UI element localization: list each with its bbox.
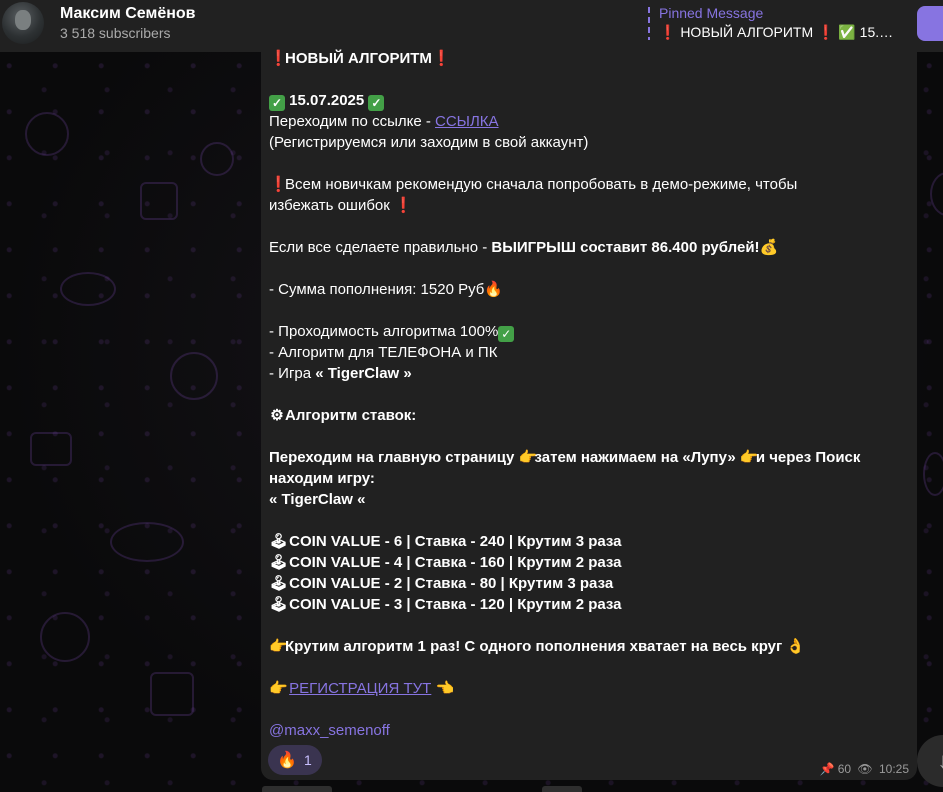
win-prefix: Если все сделаете правильно -: [269, 239, 492, 256]
avatar-photo: [15, 10, 31, 30]
game-line: - Игра « TigerClaw »: [269, 363, 909, 384]
algo-title: Алгоритм ставок:: [285, 407, 417, 424]
bet-row: 🕹 COIN VALUE - 4 | Ставка - 160 | Крутим…: [269, 552, 909, 573]
wallpaper-doodle: [200, 142, 234, 176]
bet-text: COIN VALUE - 2 | Ставка - 80 | Крутим 3 …: [289, 575, 614, 592]
reaction-count: 1: [304, 752, 312, 768]
wallpaper-doodle: [110, 522, 184, 562]
spin-note: Крутим алгоритм 1 раз! С одного пополнен…: [285, 638, 787, 655]
spin-note-line: 👉Крутим алгоритм 1 раз! С одного пополне…: [269, 636, 909, 657]
heading-text: НОВЫЙ АЛГОРИТМ: [285, 50, 432, 67]
wallpaper-doodle: [140, 182, 178, 220]
wallpaper-doodle: [170, 352, 218, 400]
next-bubble-edge: [262, 786, 332, 792]
wallpaper-doodle: [930, 172, 943, 216]
pinned-message-text: ❗ НОВЫЙ АЛГОРИТМ ❗ ✅ 15.07....: [659, 24, 899, 40]
deposit-line: - Сумма пополнения: 1520 Руб🔥: [269, 279, 909, 300]
link-line: Переходим по ссылке - ССЫЛКА: [269, 111, 909, 132]
algo-title-line: ⚙Алгоритм ставок:: [269, 405, 909, 426]
exclamation-icon: ❗: [394, 197, 413, 214]
bet-text: COIN VALUE - 4 | Ставка - 160 | Крутим 2…: [289, 554, 622, 571]
platform-line: - Алгоритм для ТЕЛЕФОНА и ПК: [269, 344, 498, 361]
step-text-2: затем нажимаем на «Лупу»: [534, 449, 740, 466]
pinned-message[interactable]: Pinned Message ❗ НОВЫЙ АЛГОРИТМ ❗ ✅ 15.0…: [648, 5, 899, 45]
link[interactable]: ССЫЛКА: [435, 113, 499, 130]
date-text: 15.07.2025: [289, 92, 365, 109]
arrow-down-icon: ↓: [937, 748, 943, 773]
register-note: (Регистрируемся или заходим в свой аккау…: [269, 134, 589, 151]
check-icon: ✓: [269, 95, 285, 111]
channel-avatar[interactable]: [2, 2, 44, 44]
joystick-icon: 🕹: [269, 575, 289, 592]
subscriber-count: 3 518 subscribers: [60, 25, 171, 41]
wallpaper-doodle: [150, 672, 194, 716]
deposit-text: - Сумма пополнения: 1520 Руб: [269, 281, 485, 298]
step-text-1: Переходим на главную страницу: [269, 449, 519, 466]
step-line-1: Переходим на главную страницу 👉затем наж…: [269, 447, 909, 468]
joystick-icon: 🕹: [269, 596, 289, 613]
bet-text: COIN VALUE - 3 | Ставка - 120 | Крутим 2…: [289, 596, 622, 613]
check-icon: ✓: [368, 95, 385, 111]
step-line-2: находим игру:: [269, 470, 375, 487]
fire-icon: 🔥: [484, 281, 504, 298]
fire-reaction[interactable]: 🔥 1: [268, 745, 322, 775]
bet-text: COIN VALUE - 6 | Ставка - 240 | Крутим 3…: [289, 533, 622, 550]
game-prefix: - Игра: [269, 365, 316, 382]
message-bubble: ❗НОВЫЙ АЛГОРИТМ❗ ✓ 15.07.2025 ✓ Переходи…: [261, 40, 917, 780]
joystick-icon: 🕹: [269, 533, 289, 550]
pass-rate-text: - Проходимость алгоритма 100%: [269, 323, 499, 340]
date-line: ✓ 15.07.2025 ✓: [269, 90, 909, 111]
next-bubble-edge: [542, 786, 582, 792]
check-icon: ✓: [498, 326, 515, 342]
point-right-icon: 👉: [518, 449, 538, 466]
exclamation-icon: ❗: [431, 50, 451, 67]
pin-count: 60: [837, 762, 852, 776]
wallpaper-doodle: [60, 272, 116, 306]
wallpaper-doodle: [25, 112, 69, 156]
win-line: Если все сделаете правильно - ВЫИГРЫШ со…: [269, 237, 909, 258]
win-amount: ВЫИГРЫШ составит 86.400 рублей!: [491, 239, 760, 256]
demo-warning-line-1: ❗Всем новичкам рекомендую сначала попроб…: [269, 174, 909, 195]
wallpaper-doodle: [923, 452, 943, 496]
pass-rate-line: - Проходимость алгоритма 100% ✓: [269, 321, 909, 342]
exclamation-icon: ❗: [269, 176, 288, 193]
pinned-indicator: [648, 7, 652, 43]
heading-line: ❗НОВЫЙ АЛГОРИТМ❗: [269, 48, 909, 69]
point-left-icon: 👈: [435, 680, 455, 697]
wallpaper-doodle: [40, 612, 90, 662]
demo-warning-text-2: избежать ошибок: [269, 197, 395, 214]
pin-icon: 📌: [819, 762, 835, 776]
channel-title[interactable]: Максим Семёнов: [60, 5, 195, 23]
game-name: « TigerClaw »: [315, 365, 412, 382]
message-time: 10:25: [878, 762, 909, 776]
gear-icon: ⚙: [270, 407, 284, 424]
wallpaper-doodle: [30, 432, 72, 466]
message-text: ❗НОВЫЙ АЛГОРИТМ❗ ✓ 15.07.2025 ✓ Переходи…: [269, 48, 909, 741]
step-game: « TigerClaw «: [269, 491, 366, 508]
register-link[interactable]: РЕГИСТРАЦИЯ ТУТ: [289, 680, 431, 697]
demo-warning-line-2: избежать ошибок ❗: [269, 195, 909, 216]
point-right-icon: 👉: [269, 638, 288, 655]
fire-icon: 🔥: [277, 752, 297, 769]
step-text-3: и через Поиск: [755, 449, 861, 466]
joystick-icon: 🕹: [269, 554, 289, 571]
ok-hand-icon: 👌: [786, 638, 806, 655]
register-link-line: 👉 РЕГИСТРАЦИЯ ТУТ 👈: [269, 678, 909, 699]
bet-row: 🕹 COIN VALUE - 3 | Ставка - 120 | Крутим…: [269, 594, 909, 615]
link-prefix: Переходим по ссылке -: [269, 113, 436, 130]
join-button[interactable]: [917, 6, 943, 41]
pinned-message-title: Pinned Message: [659, 5, 764, 21]
point-right-icon: 👉: [269, 680, 288, 697]
channel-mention[interactable]: @maxx_semenoff: [269, 722, 390, 739]
bet-row: 🕹 COIN VALUE - 2 | Ставка - 80 | Крутим …: [269, 573, 909, 594]
exclamation-icon: ❗: [269, 50, 288, 67]
bet-row: 🕹 COIN VALUE - 6 | Ставка - 240 | Крутим…: [269, 531, 909, 552]
money-bag-icon: 💰: [759, 239, 779, 256]
eye-icon: 👁: [857, 762, 873, 776]
message-meta: 📌 60 👁 10:25: [817, 762, 909, 776]
point-right-icon: 👉: [739, 449, 759, 466]
demo-warning-text-1: Всем новичкам рекомендую сначала попробо…: [285, 176, 798, 193]
mention-line: @maxx_semenoff: [269, 720, 909, 741]
